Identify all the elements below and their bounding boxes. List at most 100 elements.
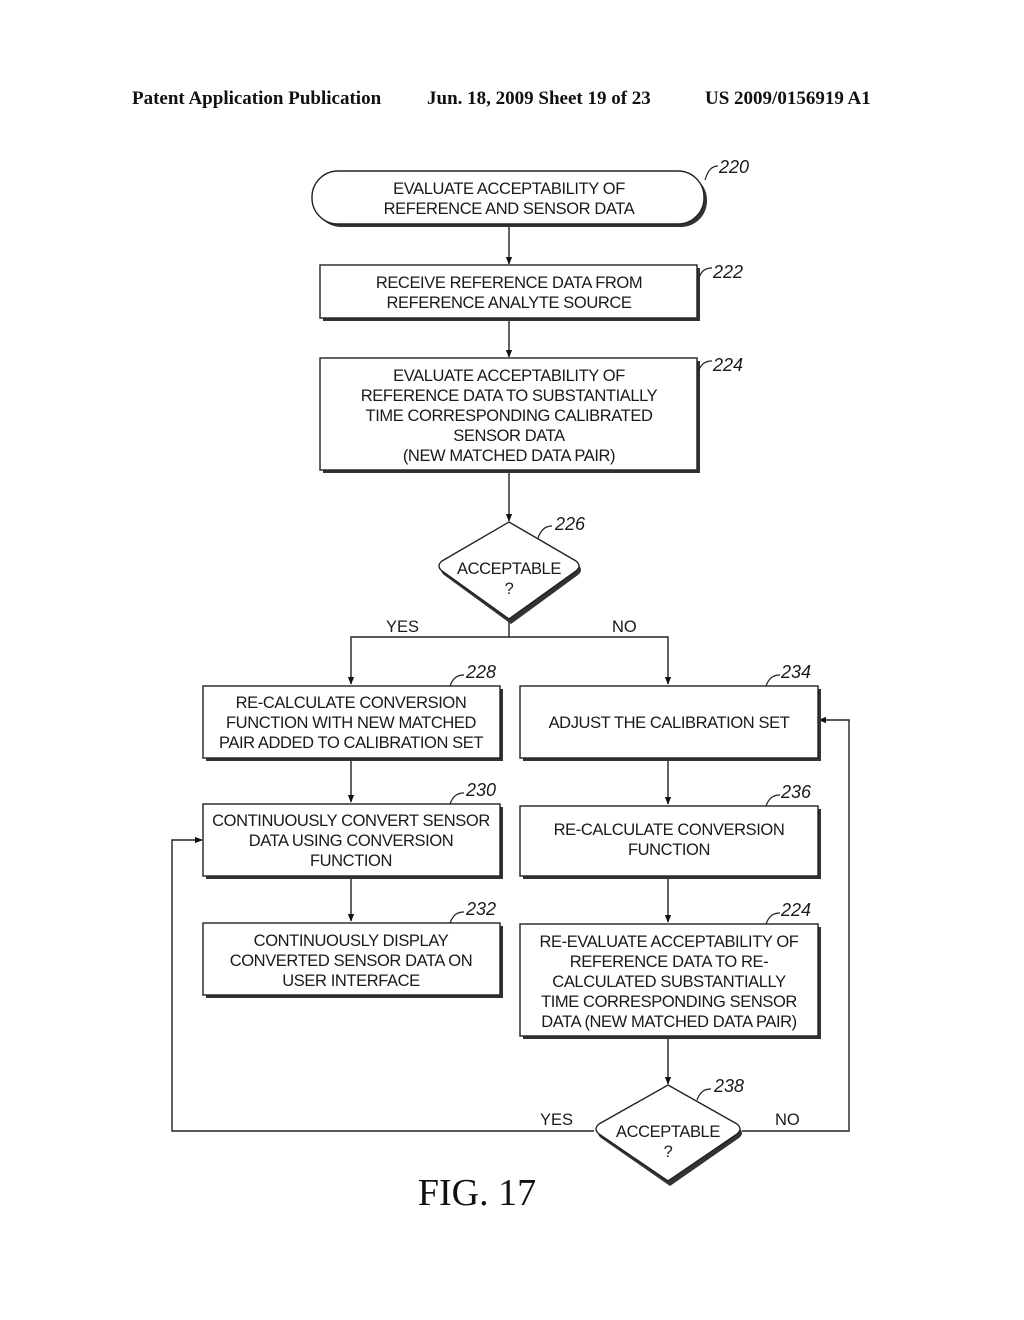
node-232-line-1: CONTINUOUSLY DISPLAY	[254, 932, 449, 950]
leader-230	[449, 792, 465, 805]
svg-text:PAIR ADDED TO CALIBRATION SET: PAIR ADDED TO CALIBRATION SET	[219, 734, 483, 752]
svg-text:EVALUATE ACCEPTABILITY OF: EVALUATE ACCEPTABILITY OF	[393, 180, 625, 198]
ref-220: 220	[718, 157, 749, 177]
node-226-line-1: ACCEPTABLE	[457, 560, 561, 578]
svg-text:EVALUATE ACCEPTABILITY OF: EVALUATE ACCEPTABILITY OF	[393, 367, 625, 385]
svg-text:DATA (NEW MATCHED DATA PAIR): DATA (NEW MATCHED DATA PAIR)	[541, 1013, 797, 1031]
node-224-line-1: EVALUATE ACCEPTABILITY OF	[393, 367, 625, 385]
svg-text:?: ?	[505, 580, 514, 598]
node-234-line-1: ADJUST THE CALIBRATION SET	[549, 714, 790, 732]
node-228-line-1: RE-CALCULATE CONVERSION	[236, 694, 467, 712]
svg-text:CONTINUOUSLY CONVERT SENSOR: CONTINUOUSLY CONVERT SENSOR	[212, 812, 490, 830]
svg-text:RE-EVALUATE ACCEPTABILITY OF: RE-EVALUATE ACCEPTABILITY OF	[540, 933, 799, 951]
node-230-line-1: CONTINUOUSLY CONVERT SENSOR	[212, 812, 490, 830]
ref-230: 230	[465, 780, 496, 800]
leader-238	[696, 1088, 712, 1101]
node-232-line-2: CONVERTED SENSOR DATA ON	[230, 952, 473, 970]
node-238-line-2: ?	[664, 1143, 673, 1161]
node-236-process: RE-CALCULATE CONVERSION FUNCTION	[519, 805, 821, 879]
svg-text:ACCEPTABLE: ACCEPTABLE	[616, 1123, 720, 1141]
ref-234: 234	[780, 662, 811, 682]
svg-text:(NEW MATCHED DATA PAIR): (NEW MATCHED DATA PAIR)	[403, 447, 615, 465]
svg-text:DATA USING CONVERSION: DATA USING CONVERSION	[249, 832, 454, 850]
leader-236	[765, 794, 781, 807]
node-220-line-1: EVALUATE ACCEPTABILITY OF	[393, 180, 625, 198]
node-232-line-3: USER INTERFACE	[282, 972, 420, 990]
branch-238-no: NO	[775, 1111, 800, 1129]
node-228-process: RE-CALCULATE CONVERSION FUNCTION WITH NE…	[202, 685, 503, 761]
node-224b-line-4: TIME CORRESPONDING SENSOR	[541, 993, 797, 1011]
node-220-line-2: REFERENCE AND SENSOR DATA	[384, 200, 635, 218]
edge-226-234-no	[509, 636, 672, 685]
svg-text:RECEIVE REFERENCE DATA FROM: RECEIVE REFERENCE DATA FROM	[376, 274, 642, 292]
node-222-process: RECEIVE REFERENCE DATA FROM REFERENCE AN…	[319, 264, 700, 321]
node-228-line-2: FUNCTION WITH NEW MATCHED	[226, 714, 476, 732]
svg-text:REFERENCE DATA TO SUBSTANTIALL: REFERENCE DATA TO SUBSTANTIALLY	[361, 387, 658, 405]
leader-226	[537, 525, 553, 539]
svg-text:FUNCTION: FUNCTION	[628, 841, 710, 859]
ref-228: 228	[465, 662, 496, 682]
node-224-process: EVALUATE ACCEPTABILITY OF REFERENCE DATA…	[319, 357, 700, 473]
branch-226-no: NO	[612, 618, 637, 636]
branch-238-yes: YES	[540, 1111, 573, 1129]
branch-226-yes: YES	[386, 618, 419, 636]
svg-text:USER INTERFACE: USER INTERFACE	[282, 972, 420, 990]
leader-220	[704, 165, 719, 181]
leader-224b	[765, 912, 781, 925]
ref-232: 232	[465, 899, 496, 919]
svg-text:ADJUST THE CALIBRATION SET: ADJUST THE CALIBRATION SET	[549, 714, 790, 732]
svg-text:RE-CALCULATE CONVERSION: RE-CALCULATE CONVERSION	[554, 821, 785, 839]
node-220-terminal: EVALUATE ACCEPTABILITY OF REFERENCE AND …	[311, 170, 707, 227]
svg-text:SENSOR DATA: SENSOR DATA	[453, 427, 565, 445]
node-234-process: ADJUST THE CALIBRATION SET	[519, 685, 821, 761]
svg-text:REFERENCE AND SENSOR DATA: REFERENCE AND SENSOR DATA	[384, 200, 635, 218]
svg-text:RE-CALCULATE CONVERSION: RE-CALCULATE CONVERSION	[236, 694, 467, 712]
node-236-line-2: FUNCTION	[628, 841, 710, 859]
svg-text:FUNCTION WITH NEW MATCHED: FUNCTION WITH NEW MATCHED	[226, 714, 476, 732]
node-230-line-3: FUNCTION	[310, 852, 392, 870]
node-236-line-1: RE-CALCULATE CONVERSION	[554, 821, 785, 839]
node-224-line-4: SENSOR DATA	[453, 427, 565, 445]
node-238-line-1: ACCEPTABLE	[616, 1123, 720, 1141]
svg-text:ACCEPTABLE: ACCEPTABLE	[457, 560, 561, 578]
node-224b-line-2: REFERENCE DATA TO RE-	[570, 953, 769, 971]
node-224b-line-1: RE-EVALUATE ACCEPTABILITY OF	[540, 933, 799, 951]
leader-228	[449, 674, 465, 687]
leader-232	[449, 911, 465, 924]
svg-text:FUNCTION: FUNCTION	[310, 852, 392, 870]
node-224b-line-3: CALCULATED SUBSTANTIALLY	[552, 973, 786, 991]
node-226-line-2: ?	[505, 580, 514, 598]
node-228-line-3: PAIR ADDED TO CALIBRATION SET	[219, 734, 483, 752]
leader-224	[697, 360, 713, 373]
svg-text:REFERENCE ANALYTE SOURCE: REFERENCE ANALYTE SOURCE	[387, 294, 632, 312]
ref-236: 236	[780, 782, 812, 802]
svg-text:CONTINUOUSLY DISPLAY: CONTINUOUSLY DISPLAY	[254, 932, 449, 950]
flowchart: EVALUATE ACCEPTABILITY OF REFERENCE AND …	[171, 157, 850, 1214]
svg-text:TIME CORRESPONDING SENSOR: TIME CORRESPONDING SENSOR	[541, 993, 797, 1011]
node-222-line-1: RECEIVE REFERENCE DATA FROM	[376, 274, 642, 292]
svg-text:CALCULATED SUBSTANTIALLY: CALCULATED SUBSTANTIALLY	[552, 973, 786, 991]
node-232-process: CONTINUOUSLY DISPLAY CONVERTED SENSOR DA…	[202, 922, 503, 998]
leader-222	[697, 267, 713, 281]
node-224-line-2: REFERENCE DATA TO SUBSTANTIALLY	[361, 387, 658, 405]
ref-222: 222	[712, 262, 743, 282]
node-230-line-2: DATA USING CONVERSION	[249, 832, 454, 850]
ref-224b: 224	[780, 900, 811, 920]
svg-text:CONVERTED SENSOR DATA ON: CONVERTED SENSOR DATA ON	[230, 952, 473, 970]
node-222-line-2: REFERENCE ANALYTE SOURCE	[387, 294, 632, 312]
node-230-process: CONTINUOUSLY CONVERT SENSOR DATA USING C…	[202, 803, 503, 879]
ref-238: 238	[713, 1076, 744, 1096]
figure-label: FIG. 17	[418, 1172, 536, 1214]
node-226-decision: ACCEPTABLE ?	[438, 521, 581, 624]
svg-text:REFERENCE DATA TO RE-: REFERENCE DATA TO RE-	[570, 953, 769, 971]
node-224-line-5: (NEW MATCHED DATA PAIR)	[403, 447, 615, 465]
node-224-reevaluate-process: RE-EVALUATE ACCEPTABILITY OF REFERENCE D…	[519, 923, 821, 1039]
svg-text:?: ?	[664, 1143, 673, 1161]
svg-text:TIME CORRESPONDING CALIBRATED: TIME CORRESPONDING CALIBRATED	[366, 407, 653, 425]
leader-234	[765, 674, 781, 687]
node-224b-line-5: DATA (NEW MATCHED DATA PAIR)	[541, 1013, 797, 1031]
ref-224: 224	[712, 355, 743, 375]
node-238-decision: ACCEPTABLE ?	[595, 1084, 742, 1186]
node-224-line-3: TIME CORRESPONDING CALIBRATED	[366, 407, 653, 425]
ref-226: 226	[554, 514, 586, 534]
